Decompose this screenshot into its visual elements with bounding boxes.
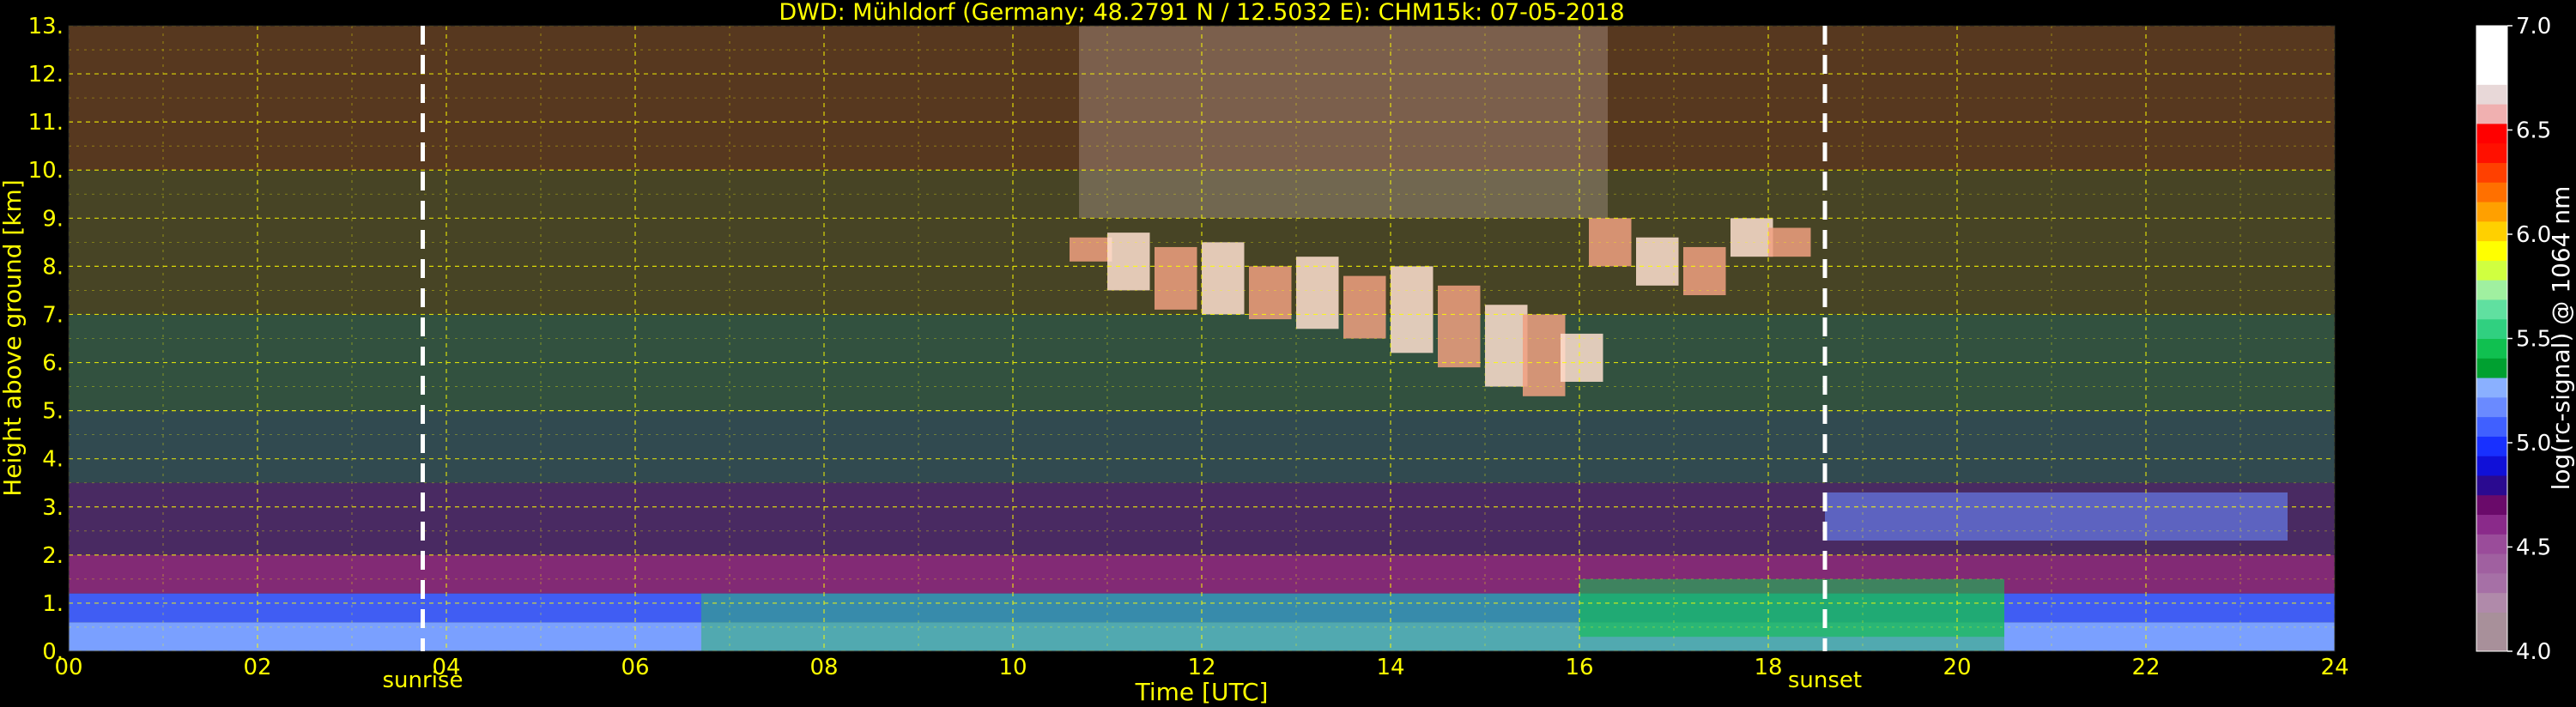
- colorbar-swatch: [2476, 592, 2507, 613]
- colorbar-swatch: [2476, 318, 2507, 339]
- y-tick-label: 12.: [28, 62, 64, 88]
- y-tick-label: 3.: [42, 495, 64, 521]
- colorbar-swatch: [2476, 572, 2507, 594]
- cloud-segment: [1768, 227, 1811, 257]
- colorbar-swatch: [2476, 378, 2507, 398]
- colorbar-swatch: [2476, 240, 2507, 261]
- x-tick-label: 22: [2131, 655, 2160, 680]
- y-tick-label: 4.: [42, 447, 64, 473]
- cloud-segment: [1589, 218, 1632, 267]
- colorbar-swatch: [2476, 142, 2507, 163]
- cloud-segment: [1438, 285, 1481, 368]
- cloud-segment: [1107, 233, 1150, 291]
- cloud-segment: [1636, 237, 1679, 286]
- colorbar-swatch: [2476, 474, 2507, 496]
- y-tick-label: 10.: [28, 158, 64, 184]
- cloud-segment: [1561, 333, 1603, 382]
- colorbar-swatch: [2476, 202, 2507, 222]
- colorbar-tick-label: 4.5: [2516, 535, 2551, 561]
- chart-title: DWD: Mühldorf (Germany; 48.2791 N / 12.5…: [779, 0, 1624, 26]
- colorbar-swatch: [2476, 280, 2507, 300]
- cloud-segment: [1155, 246, 1197, 310]
- plot-area: [69, 26, 2335, 651]
- colorbar-swatch: [2476, 514, 2507, 535]
- colorbar-swatch: [2476, 260, 2507, 281]
- colorbar-ticks: 4.04.55.05.56.06.57.0: [2507, 14, 2551, 665]
- colorbar-swatch: [2476, 123, 2507, 144]
- y-tick-label: 2.: [42, 543, 64, 569]
- x-tick-label: 06: [621, 655, 649, 680]
- y-tick-label: 13.: [28, 14, 64, 39]
- colorbar-swatch: [2476, 84, 2507, 105]
- colorbar-swatch: [2476, 104, 2507, 124]
- x-tick-label: 24: [2320, 655, 2349, 680]
- colorbar-swatch: [2476, 534, 2507, 554]
- colorbar-label: log(rc-signal) @ 1064 nm: [2547, 186, 2575, 491]
- x-tick-label: 20: [1943, 655, 1971, 680]
- colorbar-swatch: [2476, 612, 2507, 632]
- y-tick-label: 0.: [42, 639, 64, 665]
- cloud-segment: [1523, 314, 1566, 396]
- x-tick-label: 10: [998, 655, 1027, 680]
- x-tick-label: 02: [243, 655, 271, 680]
- afternoon-aerosol-layer: [1579, 578, 2004, 638]
- cloud-segment: [1730, 218, 1773, 257]
- cloud-segment: [1343, 275, 1386, 339]
- x-axis-label: Time [UTC]: [1135, 678, 1269, 706]
- colorbar-swatch: [2476, 631, 2507, 652]
- colorbar-swatch: [2476, 456, 2507, 476]
- y-axis-label: Height above ground [km]: [0, 179, 27, 497]
- sunset-label: sunset: [1788, 668, 1862, 693]
- colorbar-tick-label: 7.0: [2516, 14, 2551, 39]
- y-tick-label: 8.: [42, 254, 64, 280]
- colorbar-tick-label: 6.5: [2516, 118, 2551, 144]
- x-tick-label: 08: [809, 655, 838, 680]
- y-tick-label: 9.: [42, 206, 64, 232]
- colorbar-swatch: [2476, 64, 2507, 85]
- y-tick-label: 5.: [42, 399, 64, 425]
- colorbar-swatch: [2476, 396, 2507, 418]
- colorbar: [2476, 25, 2508, 652]
- colorbar-swatch: [2476, 494, 2507, 516]
- y-tick-label: 6.: [42, 351, 64, 377]
- cloud-segment: [1249, 266, 1292, 320]
- y-tick-label: 11.: [28, 110, 64, 136]
- x-tick-label: 18: [1754, 655, 1782, 680]
- colorbar-swatch: [2476, 338, 2507, 359]
- colorbar-swatch: [2476, 182, 2507, 202]
- colorbar-swatch: [2476, 45, 2507, 66]
- x-tick-label: 04: [432, 655, 460, 680]
- cloud-segment: [1683, 246, 1726, 296]
- y-tick-label: 1.: [42, 591, 64, 617]
- cloud-segment: [1391, 266, 1433, 354]
- colorbar-swatch: [2476, 358, 2507, 378]
- cloud-segment: [1485, 305, 1528, 387]
- cloud-segment: [1202, 242, 1245, 315]
- colorbar-swatch: [2476, 416, 2507, 437]
- residual-layer: [1825, 492, 2288, 541]
- colorbar-swatch: [2476, 26, 2507, 46]
- x-tick-label: 12: [1187, 655, 1215, 680]
- x-tick-label: 14: [1376, 655, 1404, 680]
- y-axis-ticks: 0. 1. 2. 3. 4. 5. 6. 7. 8. 9. 10. 11. 12. 13.: [28, 14, 64, 665]
- colorbar-swatch: [2476, 221, 2507, 242]
- y-tick-label: 7.: [42, 302, 64, 328]
- colorbar-tick-label: 4.0: [2516, 639, 2551, 665]
- colorbar-swatch: [2476, 299, 2507, 320]
- colorbar-swatch: [2476, 436, 2507, 456]
- cloud-segment: [1070, 237, 1112, 262]
- lidar-chart: DWD: Mühldorf (Germany; 48.2791 N / 12.5…: [0, 0, 2575, 706]
- cloud-segment: [1296, 257, 1339, 329]
- colorbar-swatch: [2476, 162, 2507, 183]
- colorbar-swatch: [2476, 553, 2507, 574]
- x-tick-label: 16: [1565, 655, 1593, 680]
